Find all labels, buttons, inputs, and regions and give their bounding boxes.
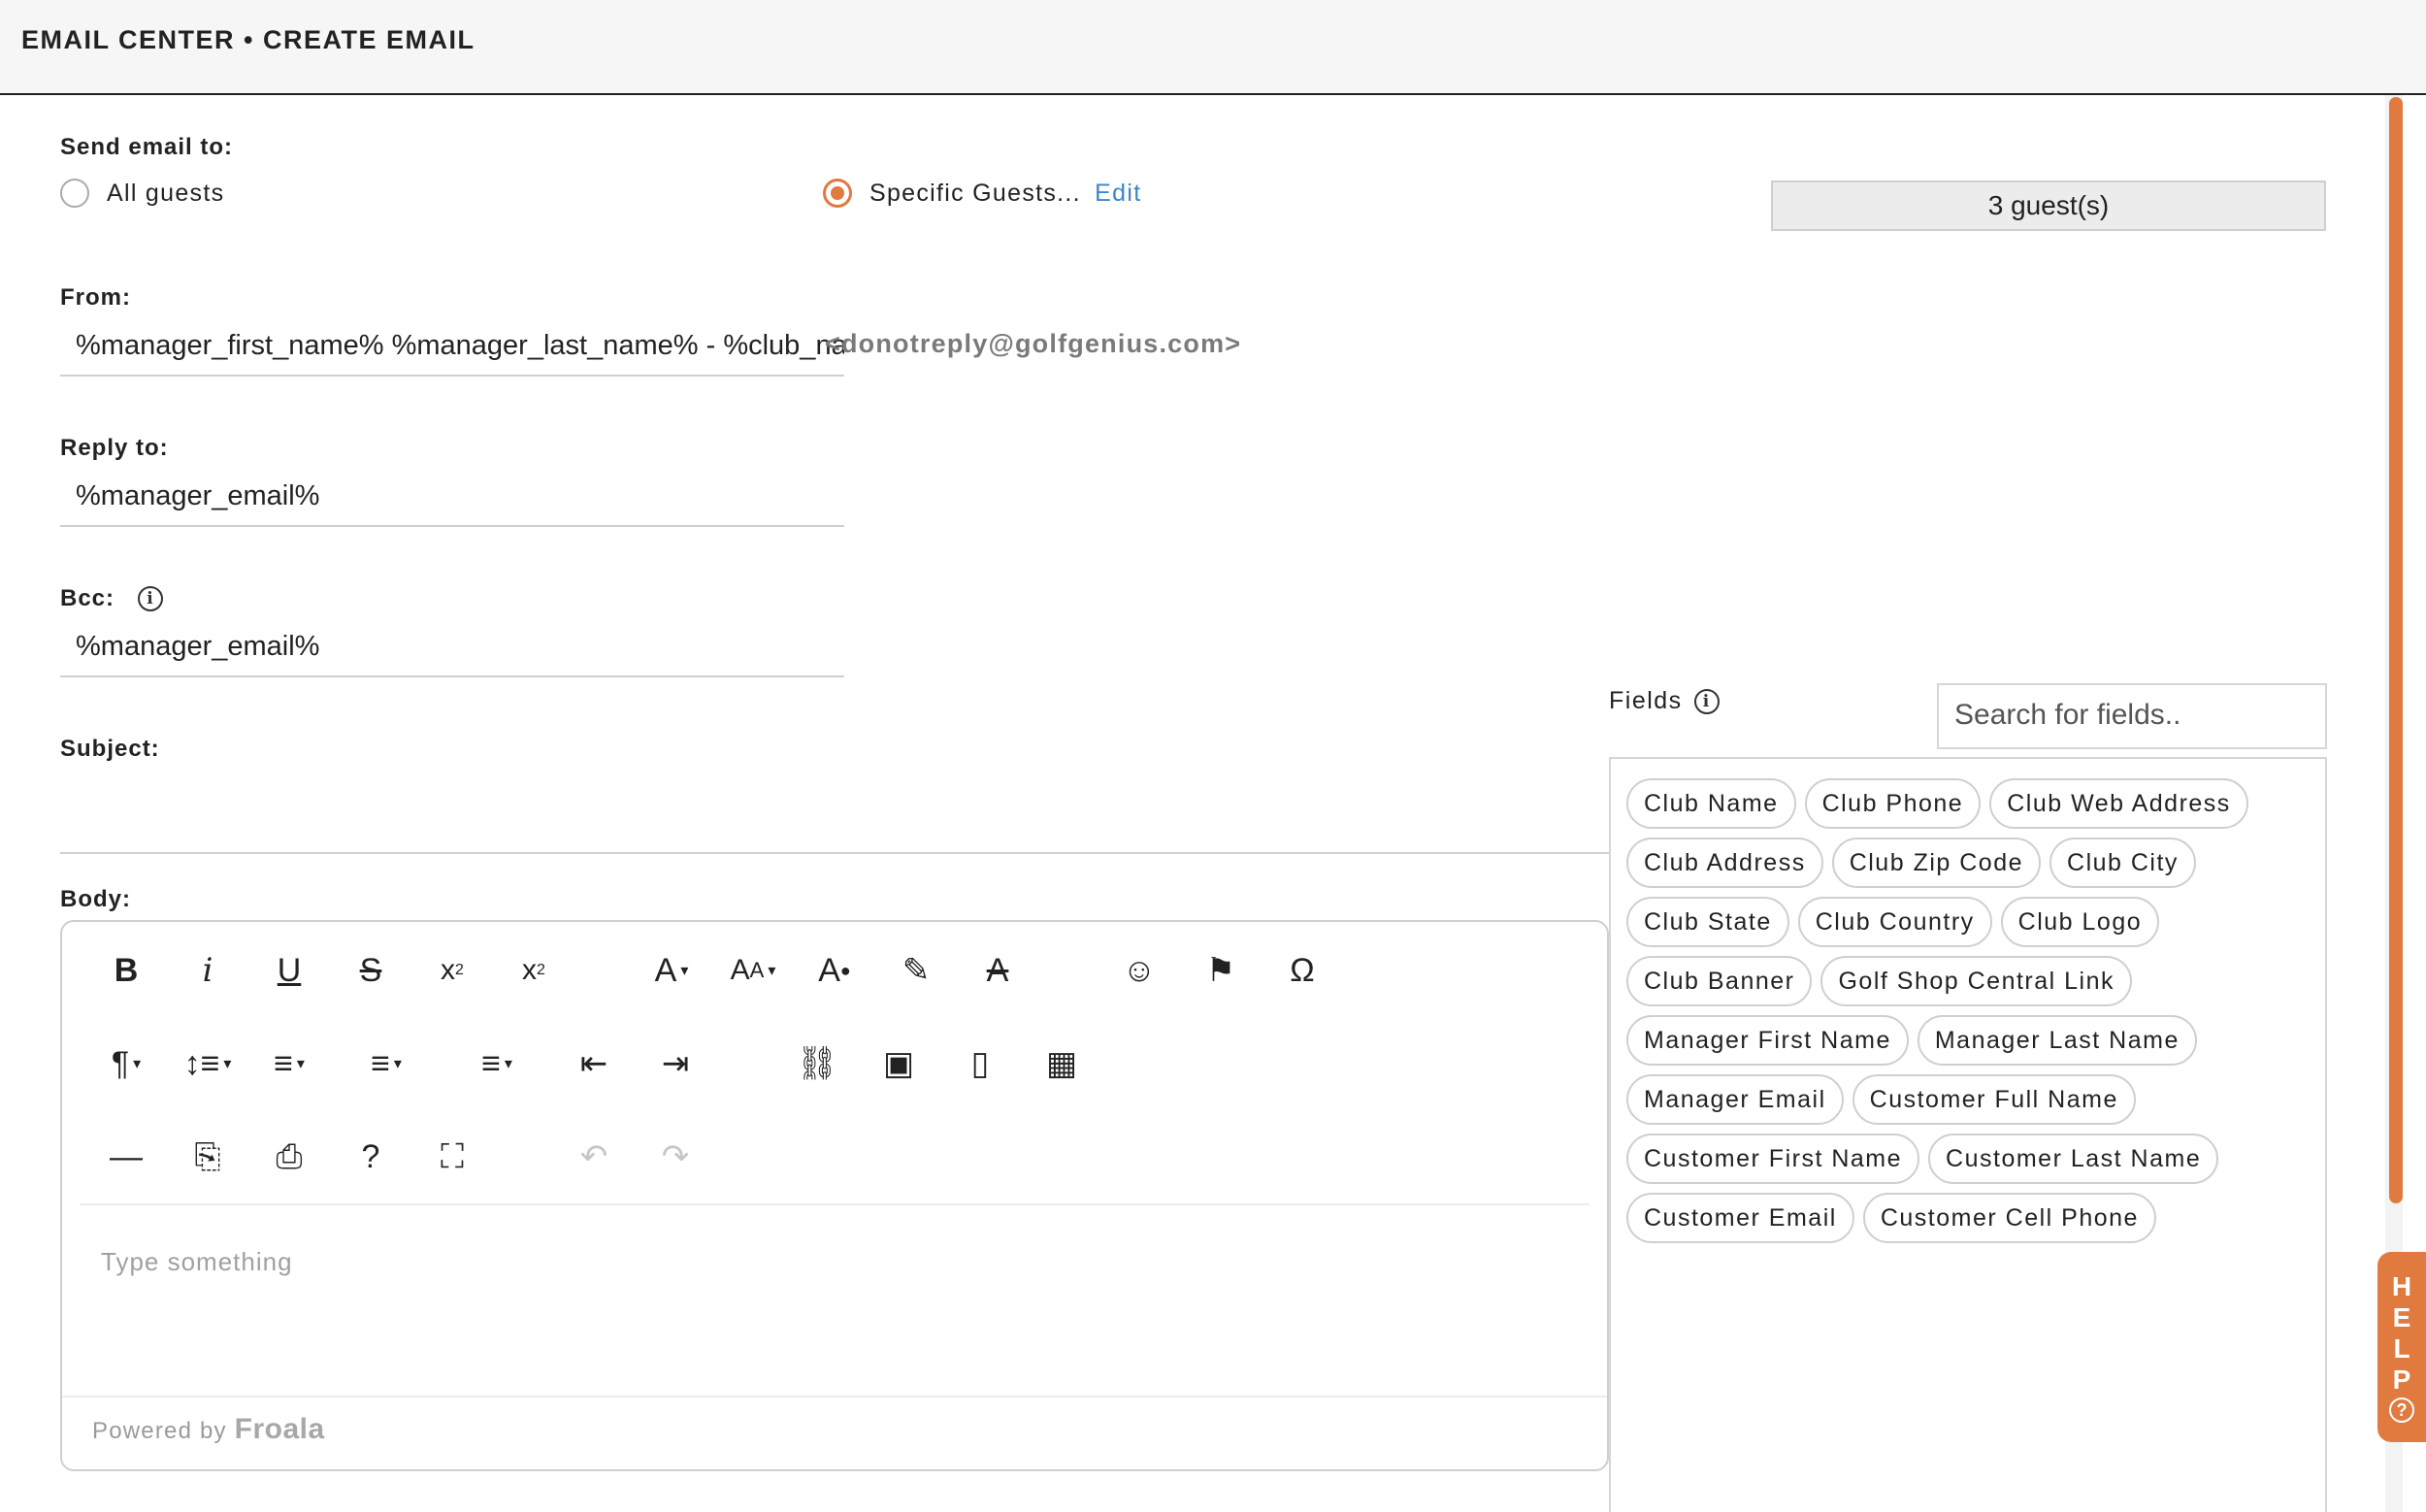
toolbar-divider — [80, 1203, 1590, 1205]
help-button[interactable]: ? — [344, 1128, 398, 1186]
guest-count-button[interactable]: 3 guest(s) — [1771, 181, 2326, 231]
editor-placeholder[interactable]: Type something — [101, 1247, 293, 1277]
reply-to-label: Reply to: — [60, 435, 169, 461]
background-color-button[interactable]: ✎ — [889, 941, 943, 1000]
text-color-button[interactable]: A ● — [807, 941, 862, 1000]
print-icon[interactable]: ⎙ — [262, 1128, 316, 1186]
fields-header: Fields i — [1609, 687, 1720, 715]
powered-by: Powered by Froala — [92, 1413, 325, 1446]
subject-field[interactable] — [60, 794, 1609, 854]
field-chip-customer-cell-phone[interactable]: Customer Cell Phone — [1862, 1193, 2156, 1243]
clear-formatting-button[interactable]: A — [970, 941, 1025, 1000]
font-size-button[interactable]: A A ▾ — [726, 941, 780, 1000]
field-chip-club-state[interactable]: Club State — [1626, 897, 1789, 947]
superscript-button[interactable]: x2 — [507, 941, 561, 1000]
field-chip-customer-full-name[interactable]: Customer Full Name — [1852, 1074, 2136, 1125]
insert-table-icon[interactable]: ▦ — [1034, 1035, 1089, 1093]
fullscreen-icon[interactable]: ⛶ — [425, 1128, 479, 1186]
toolbar-row-3: — ⎘ ⎙ ? ⛶ ↶ ↷ — [62, 1128, 1607, 1186]
insert-image-icon[interactable]: ▣ — [871, 1035, 926, 1093]
field-chip-customer-first-name[interactable]: Customer First Name — [1626, 1134, 1920, 1184]
paragraph-format-button[interactable]: ¶ ▾ — [99, 1035, 153, 1093]
reply-to-field[interactable]: %manager_email% — [60, 471, 844, 527]
radio-circle[interactable] — [60, 179, 89, 208]
field-chip-club-web-address[interactable]: Club Web Address — [1989, 778, 2248, 829]
insert-link-icon[interactable]: ⛓ — [790, 1035, 844, 1093]
radio-all-guests[interactable]: All guests — [60, 179, 224, 208]
indent-button[interactable]: ⇥ — [648, 1035, 703, 1093]
emoticons-button[interactable]: ☺ — [1112, 941, 1166, 1000]
page-title: EMAIL CENTER • CREATE EMAIL — [21, 25, 475, 54]
fields-info-icon[interactable]: i — [1693, 688, 1720, 714]
field-chip-club-banner[interactable]: Club Banner — [1626, 956, 1813, 1006]
field-chip-golf-shop-central-link[interactable]: Golf Shop Central Link — [1820, 956, 2133, 1006]
help-letter-e: E — [2392, 1302, 2411, 1332]
field-chip-club-logo[interactable]: Club Logo — [2000, 897, 2160, 947]
font-family-button[interactable]: A ▾ — [644, 941, 699, 1000]
help-letter-p: P — [2392, 1364, 2411, 1395]
question-circle-icon: ? — [2389, 1397, 2414, 1423]
radio-specific-guests[interactable]: Specific Guests... Edit — [823, 179, 1141, 208]
top-bar: EMAIL CENTER • CREATE EMAIL — [0, 0, 2426, 95]
send-to-label: Send email to: — [60, 134, 234, 160]
edit-guests-link[interactable]: Edit — [1095, 180, 1141, 207]
underline-button[interactable]: U — [262, 941, 316, 1000]
field-chip-club-zip-code[interactable]: Club Zip Code — [1831, 838, 2042, 888]
powered-by-text: Powered by — [92, 1418, 227, 1444]
field-chip-customer-last-name[interactable]: Customer Last Name — [1928, 1134, 2219, 1184]
field-chip-club-address[interactable]: Club Address — [1626, 838, 1823, 888]
footer-divider — [62, 1396, 1607, 1397]
field-chip-manager-email[interactable]: Manager Email — [1626, 1074, 1844, 1125]
unordered-list-button[interactable]: ≡ ▾ — [470, 1035, 524, 1093]
bcc-field[interactable]: %manager_email% — [60, 621, 844, 677]
field-chips: Club Name Club Phone Club Web Address Cl… — [1626, 778, 2315, 1243]
subject-label: Subject: — [60, 736, 160, 762]
body-label: Body: — [60, 886, 131, 912]
outdent-button[interactable]: ⇤ — [567, 1035, 621, 1093]
redo-icon[interactable]: ↷ — [648, 1128, 703, 1186]
insert-file-icon[interactable]: ▯ — [953, 1035, 1007, 1093]
pdf-icon[interactable]: ⎘ — [180, 1128, 235, 1186]
subscript-button[interactable]: x2 — [425, 941, 479, 1000]
field-chip-club-city[interactable]: Club City — [2049, 838, 2196, 888]
bcc-label-row: Bcc: i — [60, 585, 164, 612]
ordered-list-button[interactable]: ≡ ▾ — [359, 1035, 413, 1093]
radio-specific-guests-label: Specific Guests... — [869, 179, 1081, 207]
from-field[interactable]: %manager_first_name% %manager_last_name%… — [60, 320, 844, 377]
help-letter-l: L — [2393, 1333, 2410, 1364]
info-icon[interactable]: i — [138, 586, 164, 611]
help-tab[interactable]: H E L P ? — [2377, 1252, 2426, 1442]
help-letter-h: H — [2391, 1271, 2412, 1301]
line-height-button[interactable]: ↕≡ ▾ — [180, 1035, 235, 1093]
special-characters-button[interactable]: Ω — [1275, 941, 1329, 1000]
from-label: From: — [60, 284, 131, 311]
horizontal-line-button[interactable]: — — [99, 1128, 153, 1186]
toolbar-row-1: B i U S x2 x2 A ▾ A A ▾ A ● ✎ A ☺ ⚑ Ω — [62, 941, 1607, 1000]
field-chip-manager-last-name[interactable]: Manager Last Name — [1917, 1015, 2197, 1066]
field-chip-manager-first-name[interactable]: Manager First Name — [1626, 1015, 1909, 1066]
radio-all-guests-label: All guests — [107, 179, 225, 207]
field-chip-club-name[interactable]: Club Name — [1626, 778, 1796, 829]
fields-label: Fields — [1609, 687, 1683, 714]
field-chip-customer-email[interactable]: Customer Email — [1626, 1193, 1854, 1243]
fields-search-input[interactable]: Search for fields.. — [1937, 683, 2327, 749]
toolbar-row-2: ¶ ▾ ↕≡ ▾ ≡ ▾ ≡ ▾ ≡ ▾ ⇤ ⇥ ⛓ ▣ ▯ ▦ — [62, 1035, 1607, 1093]
sender-address: <donotreply@golfgenius.com> — [825, 329, 1242, 358]
bold-button[interactable]: B — [99, 941, 153, 1000]
undo-icon[interactable]: ↶ — [567, 1128, 621, 1186]
froala-logo[interactable]: Froala — [235, 1413, 325, 1445]
field-chip-club-country[interactable]: Club Country — [1797, 897, 1992, 947]
rich-text-editor: B i U S x2 x2 A ▾ A A ▾ A ● ✎ A ☺ ⚑ Ω ¶ ▾ ↕≡ ▾… — [60, 920, 1609, 1471]
scrollbar-thumb[interactable] — [2389, 97, 2403, 1203]
bcc-label: Bcc: — [60, 585, 115, 611]
radio-circle-selected[interactable] — [823, 179, 852, 208]
fields-list: Club Name Club Phone Club Web Address Cl… — [1609, 757, 2327, 1512]
strikethrough-button[interactable]: S — [344, 941, 398, 1000]
email-form: Send email to: All guests Specific Guest… — [21, 95, 2389, 1512]
field-chip-club-phone[interactable]: Club Phone — [1804, 778, 1982, 829]
flag-button[interactable]: ⚑ — [1194, 941, 1248, 1000]
align-button[interactable]: ≡ ▾ — [262, 1035, 316, 1093]
italic-button[interactable]: i — [180, 941, 235, 1000]
